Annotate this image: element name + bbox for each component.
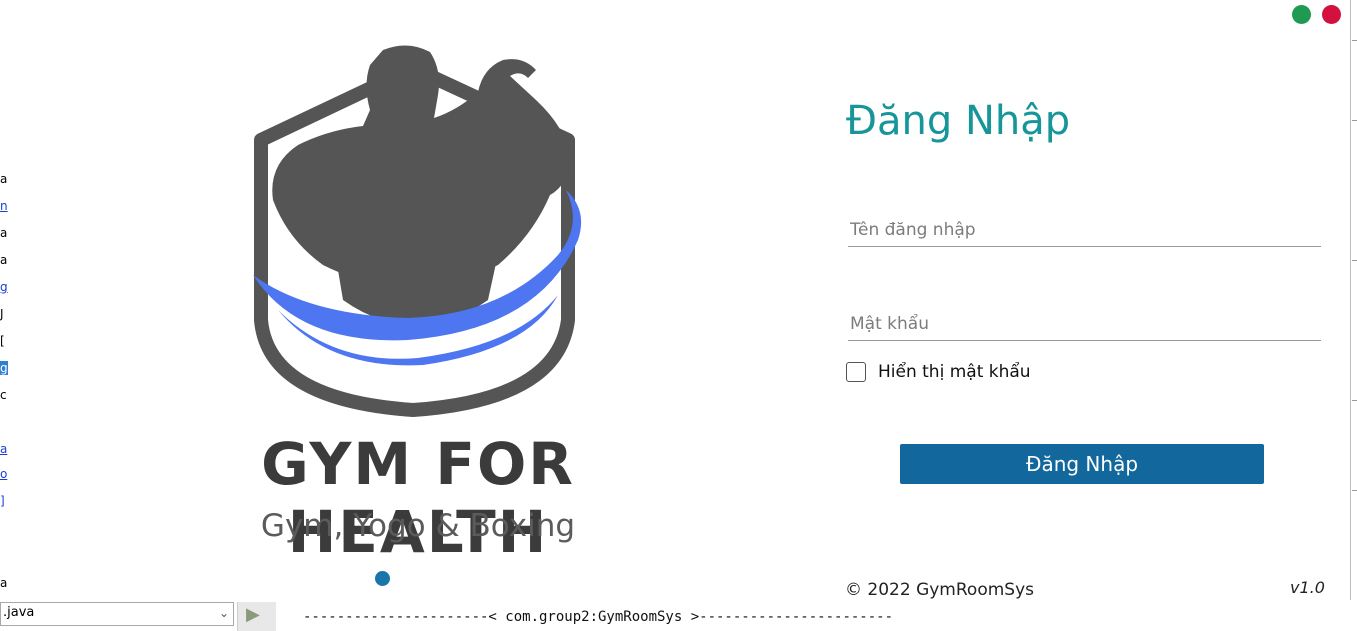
version-label: v1.0: [1290, 578, 1325, 597]
ide-file-combo-value: .java: [3, 605, 35, 620]
login-button[interactable]: Đăng Nhập: [900, 444, 1264, 484]
minimize-button[interactable]: [1292, 5, 1311, 24]
show-password-checkbox[interactable]: [846, 362, 866, 382]
ide-editor-strip: a n a a g J [ g c a o ] a: [0, 0, 8, 631]
ide-char: J: [0, 307, 4, 321]
copyright-text: © 2022 GymRoomSys: [845, 580, 1034, 600]
chevron-down-icon[interactable]: ⌄: [219, 606, 229, 620]
ide-char[interactable]: a: [0, 442, 7, 456]
close-button[interactable]: [1322, 5, 1341, 24]
username-input[interactable]: [848, 214, 1321, 247]
ide-char[interactable]: o: [0, 467, 7, 481]
ide-char: a: [0, 172, 8, 186]
ide-char[interactable]: ]: [0, 494, 5, 508]
brand-title: GYM FOR HEALTH: [261, 430, 575, 566]
ide-char[interactable]: g: [0, 280, 8, 294]
ide-char: a: [0, 576, 8, 590]
brand-subtitle: Gym, Yogo & Boxing: [260, 508, 576, 544]
login-title: Đăng Nhập: [846, 98, 1071, 144]
ide-char: a: [0, 253, 8, 267]
show-password-label[interactable]: Hiển thị mật khẩu: [878, 362, 1031, 382]
fast-forward-icon: ▶: [246, 604, 260, 624]
ide-scrollbar[interactable]: [1350, 0, 1357, 600]
ide-char: a: [0, 226, 8, 240]
bodybuilder-icon: [272, 45, 570, 290]
ide-char[interactable]: n: [0, 199, 8, 213]
carousel-indicator[interactable]: [375, 571, 390, 586]
ide-run-button[interactable]: ▶: [237, 602, 276, 631]
ide-console-line: ----------------------< com.group2:GymRo…: [303, 609, 894, 625]
ide-char: [: [0, 334, 5, 348]
login-window: GYM FOR HEALTH Gym, Yogo & Boxing Đăng N…: [8, 0, 1350, 600]
ide-char-selected[interactable]: g: [0, 361, 8, 375]
ide-char: c: [0, 388, 7, 402]
password-input[interactable]: [848, 308, 1321, 341]
ide-file-combo[interactable]: .java ⌄: [0, 602, 234, 626]
